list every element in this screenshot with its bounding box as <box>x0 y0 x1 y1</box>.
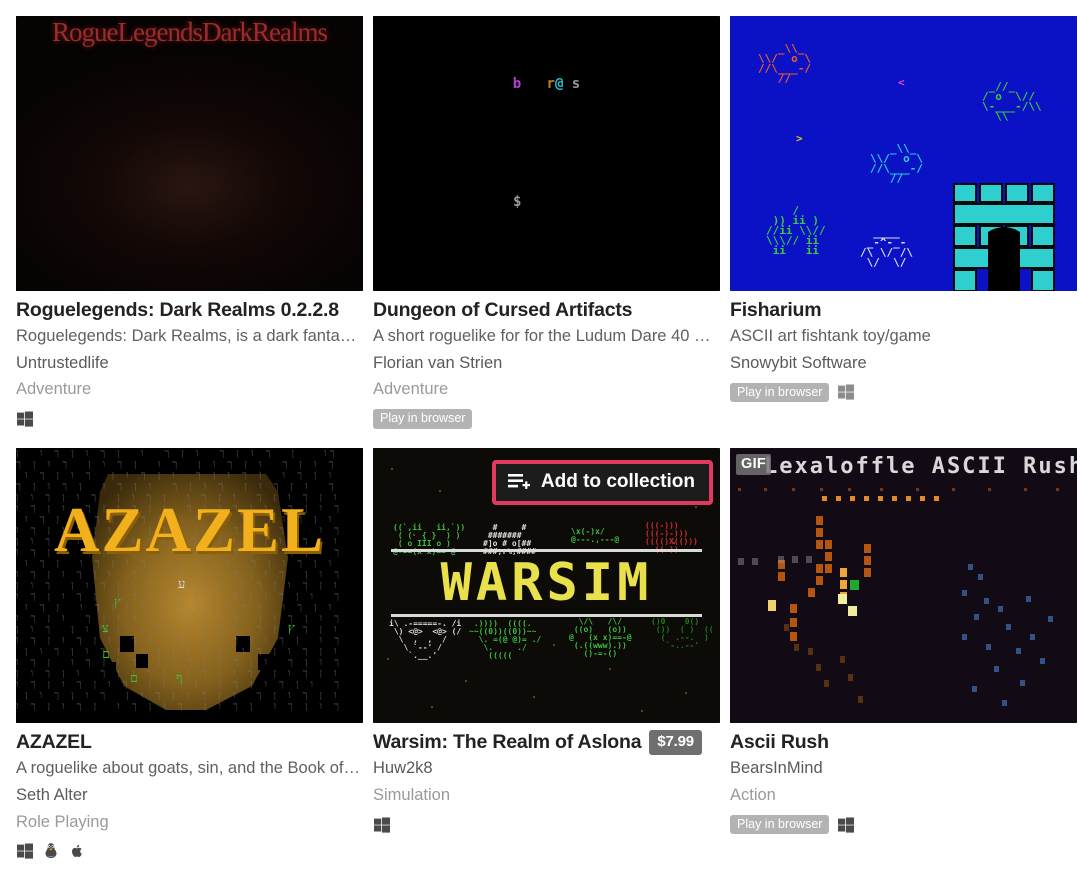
game-genre[interactable]: Action <box>730 782 1077 809</box>
game-card[interactable]: ((`,ii ii,`)) ( ( { } ) ) ( o III o ) @-… <box>373 448 720 864</box>
game-grid: RogueLegendsDarkRealms Roguelegends: Dar… <box>0 0 1080 864</box>
game-thumbnail[interactable]: Lexaloffle ASCII Rush GIF <box>730 448 1077 724</box>
game-card[interactable]: RogueLegendsDarkRealms Roguelegends: Dar… <box>16 16 363 432</box>
gif-badge: GIF <box>736 454 772 476</box>
game-thumbnail[interactable]: _\\_ \\/ o \ //\___-/ // < _//_ / o \// … <box>730 16 1077 291</box>
hebrew-glyph-green-1: ץ <box>114 595 121 611</box>
ascii-face-5: i\ .-=====-. /i \) <@> <@> (/ \ , , / \ … <box>389 619 462 661</box>
hebrew-rain-background: ךו ן ך ו ן ך ו ן ך ו ן ך ו ן ך ו ן ך ו ן… <box>16 448 343 713</box>
game-meta: Roguelegends: Dark Realms 0.2.2.8 Roguel… <box>16 291 363 432</box>
play-in-browser-badge: Play in browser <box>730 382 830 403</box>
windows-icon <box>16 842 34 860</box>
hebrew-glyph-ayin: ע <box>178 577 186 593</box>
thumbnail-title-text: WARSIM <box>440 553 653 614</box>
game-title[interactable]: AZAZEL <box>16 730 363 755</box>
game-author[interactable]: Seth Alter <box>16 782 363 809</box>
game-title[interactable]: Roguelegends: Dark Realms 0.2.2.8 <box>16 298 363 323</box>
game-title[interactable]: Fisharium <box>730 298 1077 323</box>
game-meta: Ascii Rush BearsInMind Action Play in br… <box>730 723 1077 837</box>
game-title-text: Fisharium <box>730 299 822 321</box>
hebrew-glyph-green-6: ף <box>176 671 183 687</box>
windows-icon <box>837 383 855 401</box>
game-description: Roguelegends: Dark Realms, is a dark fan… <box>16 326 363 345</box>
platform-row: Play in browser <box>373 406 720 432</box>
game-card[interactable]: Lexaloffle ASCII Rush GIF Ascii Rush Bea… <box>730 448 1077 864</box>
thumbnail-title-text: RogueLegendsDarkRealms <box>52 17 328 47</box>
platform-row: Play in browser <box>730 379 1077 405</box>
add-to-collection-button[interactable]: Add to collection <box>491 460 713 505</box>
game-card[interactable]: b r@ s $ Dungeon of Cursed Artifacts A s… <box>373 16 720 432</box>
thumbnail-art-fishtank: _\\_ \\/ o \ //\___-/ // < _//_ / o \// … <box>730 16 1077 291</box>
game-card[interactable]: ךו ן ך ו ן ך ו ן ך ו ן ך ו ן ך ו ן ך ו ן… <box>16 448 363 864</box>
hebrew-glyph-green-4: ם <box>102 647 111 663</box>
game-meta: Fisharium ASCII art fishtank toy/game Sn… <box>730 291 1077 405</box>
game-thumbnail[interactable]: RogueLegendsDarkRealms <box>16 16 363 291</box>
game-author[interactable]: Huw2k8 <box>373 755 720 782</box>
game-author[interactable]: Snowybit Software <box>730 350 1077 377</box>
thumbnail-art-ascii-rush: Lexaloffle ASCII Rush GIF <box>730 448 1077 724</box>
game-title[interactable]: Dungeon of Cursed Artifacts <box>373 298 720 323</box>
hebrew-glyph-green-5: ם <box>130 671 139 687</box>
game-meta: Dungeon of Cursed Artifacts A short rogu… <box>373 291 720 432</box>
game-meta: AZAZEL A roguelike about goats, sin, and… <box>16 723 363 864</box>
game-title-text: Dungeon of Cursed Artifacts <box>373 299 633 321</box>
dungeon-item-glyph: $ <box>513 194 522 210</box>
ascii-castle <box>953 183 1055 291</box>
play-in-browser-badge: Play in browser <box>730 814 830 835</box>
apple-icon <box>68 842 86 860</box>
platform-row <box>373 812 720 838</box>
game-genre[interactable]: Adventure <box>16 376 363 403</box>
game-genre[interactable]: Adventure <box>373 376 720 403</box>
hebrew-glyph-green-2: צ <box>102 621 109 637</box>
game-description: ASCII art fishtank toy/game <box>730 326 931 345</box>
game-author[interactable]: BearsInMind <box>730 755 1077 782</box>
list-plus-icon <box>507 472 530 492</box>
ascii-face-7: \/\ /\/ ((o) (o)) @ (x x)==-@ (.((www).)… <box>569 617 632 659</box>
thumbnail-art-dungeon-map <box>373 16 720 291</box>
platform-row: Play in browser <box>730 812 1077 838</box>
thumbnail-title-text: AZAZEL <box>53 495 326 566</box>
ascii-rush-scene <box>738 488 1059 707</box>
game-card[interactable]: _\\_ \\/ o \ //\___-/ // < _//_ / o \// … <box>730 16 1077 432</box>
platform-row <box>16 406 363 432</box>
windows-icon <box>16 410 34 428</box>
game-title-text: Ascii Rush <box>730 731 829 754</box>
game-thumbnail[interactable]: ((`,ii ii,`)) ( ( { } ) ) ( o III o ) @-… <box>373 448 720 724</box>
ascii-face-3: \x(-)x/ @---.,---@ <box>571 527 620 545</box>
platform-row <box>16 838 363 864</box>
windows-icon <box>837 816 855 834</box>
hebrew-glyph-green-3: ץ <box>288 621 295 637</box>
game-author[interactable]: Florian van Strien <box>373 350 720 377</box>
game-thumbnail[interactable]: ךו ן ך ו ן ך ו ן ך ו ן ך ו ן ך ו ן ך ו ן… <box>16 448 363 724</box>
game-title[interactable]: Warsim: The Realm of Aslona $7.99 <box>373 730 720 755</box>
game-thumbnail[interactable]: b r@ s $ <box>373 16 720 291</box>
play-in-browser-badge: Play in browser <box>373 409 473 429</box>
game-description: A roguelike about goats, sin, and the Bo… <box>16 759 363 778</box>
ascii-face-6: .)))) ((((. ~~((0))((0))~~ \. =(@ @)= ./… <box>469 619 542 661</box>
add-to-collection-label: Add to collection <box>540 471 695 493</box>
game-title-text: Roguelegends: Dark Realms 0.2.2.8 <box>16 299 339 321</box>
thumbnail-art-monster <box>16 16 363 291</box>
game-genre[interactable]: Simulation <box>373 782 720 809</box>
game-genre[interactable]: Role Playing <box>16 809 363 836</box>
game-title-text: Warsim: The Realm of Aslona <box>373 731 642 754</box>
price-badge: $7.99 <box>649 730 702 755</box>
dungeon-entities: b r@ s <box>512 76 581 92</box>
game-meta: Warsim: The Realm of Aslona $7.99 Huw2k8… <box>373 723 720 837</box>
game-title-text: AZAZEL <box>16 731 92 754</box>
windows-icon <box>373 816 391 834</box>
ascii-face-8: ()0 0() ()) ( ) (( ( .--. ) `-..--' <box>651 617 714 651</box>
game-author[interactable]: Untrustedlife <box>16 350 363 377</box>
thumbnail-art-azazel: ךו ן ך ו ן ך ו ן ך ו ן ך ו ן ך ו ן ך ו ן… <box>16 448 363 724</box>
game-description: A short roguelike for for the Ludum Dare… <box>373 326 720 345</box>
game-title[interactable]: Ascii Rush <box>730 730 1077 755</box>
linux-icon <box>42 842 60 860</box>
